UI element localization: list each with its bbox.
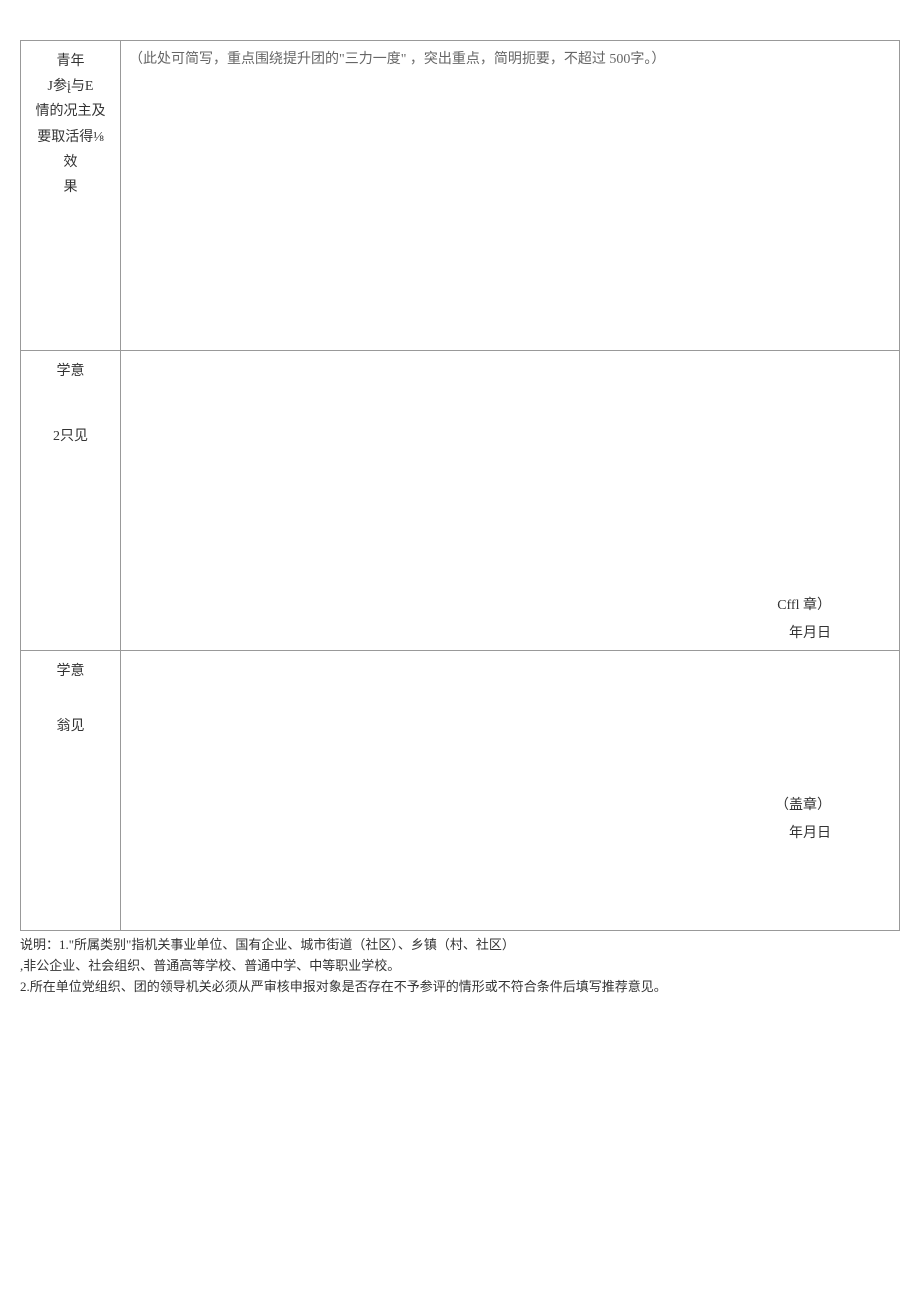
notes-line3: 2.所在单位党组织、团的领导机关必须从严审核申报对象是否存在不予参评的情形或不符… [20,977,900,998]
row2-date-text: 年月日 [129,622,831,642]
row2-stamp-block: Cffl 章） 年月日 [129,594,891,642]
row1-label-line3: 情的况主及 [29,99,112,124]
notes-section: 说明：1."所属类别"指机关事业单位、国有企业、城市街道（社区）、乡镇（村、社区… [20,935,900,997]
row1-content-cell: （此处可简写，重点围绕提升团的"三力一度" ，突出重点，简明扼要，不超过 500… [121,41,900,351]
row1-hint-text: （此处可简写，重点围绕提升团的"三力一度" ，突出重点，简明扼要，不超过 500… [129,52,665,67]
row3-label-line1: 学意 [29,659,112,684]
notes-line1: 说明：1."所属类别"指机关事业单位、国有企业、城市街道（社区）、乡镇（村、社区… [20,935,900,956]
row1-label-line6: 果 [29,175,112,200]
row3-content-cell: （盖章） 年月日 [121,651,900,931]
document-form-table: 青年 J参į与E 情的况主及 要取活得⅛ 效 果 （此处可简写，重点围绕提升团的… [20,40,900,931]
row3-date-text: 年月日 [129,822,831,842]
row3-label-cell: 学意 翁见 [21,651,121,931]
row2-stamp-text: Cffl 章） [129,594,831,614]
row-youth-participation: 青年 J参į与E 情的况主及 要取活得⅛ 效 果 （此处可简写，重点围绕提升团的… [21,41,900,351]
row2-label-line2: 2只见 [29,424,112,449]
row1-label-line4: 要取活得⅛ [29,125,112,150]
notes-line2: ,非公企业、社会组织、普通高等学校、普通中学、中等职业学校。 [20,956,900,977]
row1-label-line2: J参į与E [29,74,112,99]
row1-label-cell: 青年 J参į与E 情的况主及 要取活得⅛ 效 果 [21,41,121,351]
row3-stamp-text: （盖章） [129,794,831,814]
row2-label-line1: 学意 [29,359,112,384]
row2-label-cell: 学意 2只见 [21,351,121,651]
row-opinion-2: 学意 翁见 （盖章） 年月日 [21,651,900,931]
row3-label-line2: 翁见 [29,714,112,739]
row2-content-cell: Cffl 章） 年月日 [121,351,900,651]
row3-stamp-block: （盖章） 年月日 [129,794,891,842]
row1-label-line5: 效 [29,150,112,175]
row-opinion-1: 学意 2只见 Cffl 章） 年月日 [21,351,900,651]
row1-label-line1: 青年 [29,49,112,74]
